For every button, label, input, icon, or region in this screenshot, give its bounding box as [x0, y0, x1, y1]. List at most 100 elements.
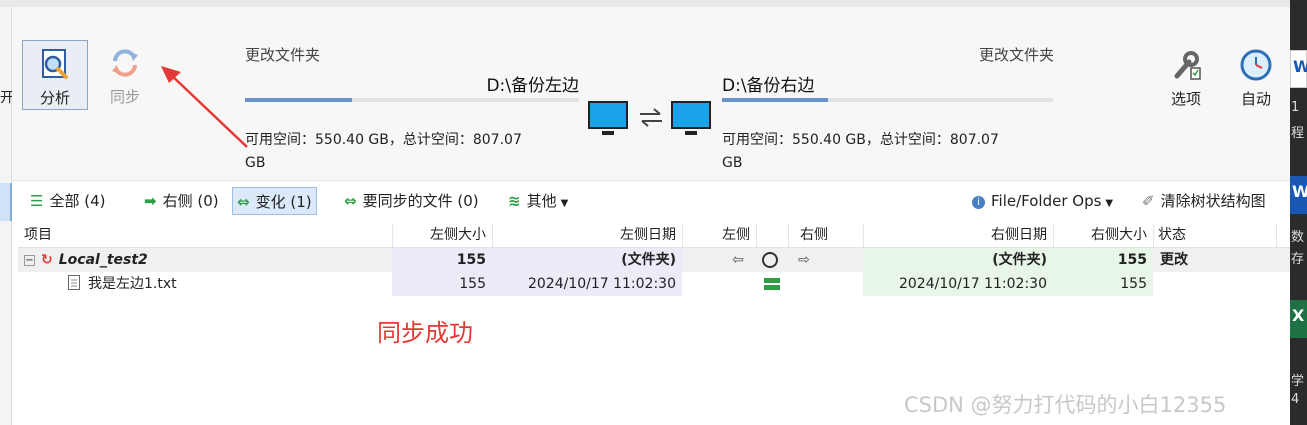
left-size-cell: 155: [392, 248, 492, 272]
list-icon: ☰: [30, 192, 44, 210]
right-size-cell: 155: [1053, 272, 1153, 296]
left-size-cell: 155: [392, 272, 492, 296]
col-left-date-header[interactable]: 左侧日期: [492, 223, 682, 247]
strip-text-2: 程: [1291, 126, 1305, 141]
filter-changed-button[interactable]: ⇔ 变化 (1): [232, 187, 317, 215]
app-icon-w[interactable]: W: [1290, 50, 1307, 88]
auto-label: 自动: [1240, 90, 1271, 108]
chevron-down-icon: ▼: [1105, 198, 1114, 209]
circle-icon[interactable]: [760, 248, 784, 272]
filter-right-label: 右侧 (0): [162, 192, 219, 210]
left-space-line2: GB: [245, 155, 266, 171]
auto-button[interactable]: 自动: [1228, 44, 1284, 109]
right-folder-path[interactable]: D:\备份右边: [722, 71, 815, 96]
right-space-info: 可用空间：550.40 GB，总计空间：807.07 GB: [722, 129, 1062, 175]
col-right-date-header[interactable]: 右侧日期: [863, 223, 1053, 247]
right-space-line2: GB: [722, 155, 743, 171]
filter-other-label: 其他: [526, 192, 557, 210]
sync-label: 同步: [109, 88, 140, 106]
grid-header: 项目 左侧大小 左侧日期 左侧 右侧 右侧日期 右侧大小 状态: [18, 223, 1290, 248]
chevron-down-icon: ▼: [560, 198, 569, 209]
file-item-cell: 我是左边1.txt: [68, 272, 388, 296]
options-button[interactable]: 选项: [1160, 44, 1212, 109]
folder-name: Local_test2: [58, 252, 148, 268]
left-pane-selection[interactable]: [0, 183, 12, 221]
watermark: CSDN @努力打代码的小白12355: [904, 393, 1227, 417]
layers-icon: ≋: [508, 192, 521, 210]
clock-icon: [1240, 49, 1272, 81]
file-icon: [68, 275, 80, 290]
col-status-header[interactable]: 状态: [1158, 223, 1248, 247]
filter-to-sync-label: 要同步的文件 (0): [362, 192, 479, 210]
right-date-cell: 2024/10/17 11:02:30: [863, 272, 1053, 296]
arrow-right-icon: ➡: [144, 192, 157, 210]
two-way-arrow-icon: ⇔: [237, 193, 250, 211]
left-space-line1: 可用空间：550.40 GB，总计空间：807.07: [245, 132, 522, 148]
right-change-folder-label[interactable]: 更改文件夹: [979, 44, 1054, 65]
app-icon-word[interactable]: W: [1290, 176, 1307, 214]
status-cell: [1160, 272, 1250, 296]
filter-to-sync-button[interactable]: ⇔ 要同步的文件 (0): [340, 187, 483, 215]
clear-tree-button[interactable]: ✐ 清除树状结构图: [1138, 187, 1270, 215]
right-path-bar-fill: [722, 98, 828, 102]
swap-sides-icon[interactable]: [588, 99, 714, 141]
col-item-header[interactable]: 项目: [24, 223, 384, 247]
right-size-cell: 155: [1053, 248, 1153, 272]
clear-tree-label: 清除树状结构图: [1160, 192, 1266, 210]
col-right-size-header[interactable]: 右侧大小: [1053, 223, 1153, 247]
left-change-folder-label[interactable]: 更改文件夹: [245, 44, 320, 65]
left-path-bar: [245, 98, 579, 102]
two-way-arrow-icon: ⇔: [344, 192, 357, 210]
left-arrow-icon[interactable]: ⇦: [724, 248, 752, 272]
file-ops-dropdown[interactable]: i File/Folder Ops ▼: [968, 187, 1117, 215]
sync-icon: [112, 49, 138, 77]
filter-all-label: 全部 (4): [49, 192, 106, 210]
table-row[interactable]: 我是左边1.txt 155 2024/10/17 11:02:30 2024/1…: [18, 272, 1290, 296]
eraser-icon: ✐: [1142, 192, 1155, 210]
right-space-line1: 可用空间：550.40 GB，总计空间：807.07: [722, 132, 999, 148]
left-date-cell: (文件夹): [492, 248, 682, 272]
top-strip: [0, 0, 1290, 7]
folder-sync-icon: ↻: [41, 252, 53, 268]
toolbar: 分析 同步 更改文件夹 D:\备份左边 可用空间：550.40 GB，总计空间：…: [12, 7, 1290, 180]
file-ops-label: File/Folder Ops: [991, 192, 1102, 210]
app-icon-excel[interactable]: X: [1290, 300, 1307, 338]
wrench-icon: [1174, 51, 1201, 80]
left-pane: 开: [0, 7, 14, 425]
left-date-cell: 2024/10/17 11:02:30: [492, 272, 682, 296]
right-arrow-icon[interactable]: ⇨: [790, 248, 818, 272]
filter-other-dropdown[interactable]: ≋ 其他 ▼: [504, 187, 572, 215]
col-left-size-header[interactable]: 左侧大小: [392, 223, 492, 247]
strip-text-5: 学: [1291, 374, 1305, 389]
right-path-bar: [722, 98, 1053, 102]
col-right-header[interactable]: 右侧: [800, 223, 860, 247]
success-annotation: 同步成功: [377, 319, 473, 347]
compare-grid: 项目 左侧大小 左侧日期 左侧 右侧 右侧日期 右侧大小 状态 − ↻ Local_…: [18, 223, 1290, 296]
analyze-icon: [42, 49, 68, 79]
status-cell: 更改: [1160, 252, 1188, 268]
left-folder-path[interactable]: D:\备份左边: [486, 71, 579, 96]
folder-item-cell: − ↻ Local_test2: [24, 248, 384, 272]
analyze-button[interactable]: 分析: [22, 40, 88, 110]
right-date-cell: (文件夹): [863, 248, 1053, 272]
strip-text-3: 数: [1291, 230, 1305, 245]
equal-icon: [763, 272, 781, 296]
sync-button[interactable]: 同步: [94, 40, 156, 110]
table-row[interactable]: − ↻ Local_test2 155 (文件夹) ⇦ ⇨ (文件夹) 155 更改: [18, 248, 1290, 272]
strip-text-1: 1: [1291, 100, 1300, 115]
left-path-bar-fill: [245, 98, 352, 102]
col-left-header[interactable]: 左侧: [682, 223, 756, 247]
collapse-icon[interactable]: −: [24, 255, 35, 266]
right-edge-strip: W 1 程 W 数 存 X 学 4: [1290, 0, 1307, 425]
analyze-label: 分析: [39, 89, 70, 107]
filter-bar: ☰ 全部 (4) ➡ 右侧 (0) ⇔ 变化 (1) ⇔ 要同步的文件 (0) ≋ 其他 ▼…: [12, 180, 1290, 222]
filter-right-button[interactable]: ➡ 右侧 (0): [140, 187, 223, 215]
strip-text-6: 4: [1291, 392, 1300, 407]
filter-changed-label: 变化 (1): [255, 193, 312, 211]
left-space-info: 可用空间：550.40 GB，总计空间：807.07 GB: [245, 129, 585, 175]
file-name: 我是左边1.txt: [88, 276, 177, 292]
filter-all-button[interactable]: ☰ 全部 (4): [26, 187, 109, 215]
options-label: 选项: [1170, 90, 1201, 108]
info-icon: i: [972, 196, 985, 209]
strip-text-4: 存: [1291, 252, 1305, 267]
